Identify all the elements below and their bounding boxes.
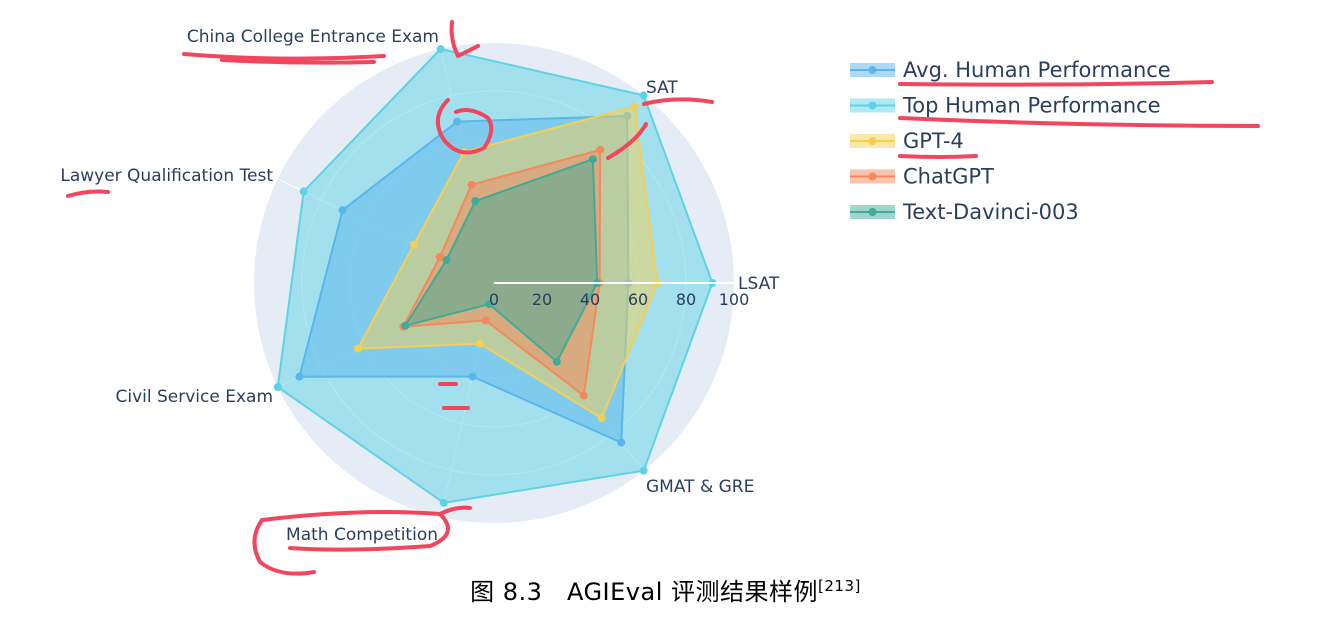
annotation-mark (642, 97, 714, 106)
data-point (338, 206, 347, 215)
category-label: SAT (646, 78, 678, 98)
annotation-mark (898, 80, 1214, 87)
data-point (588, 155, 597, 164)
category-label: GMAT & GRE (646, 477, 754, 497)
category-label: China College Entrance Exam (187, 27, 439, 47)
caption-text: 图 8.3 AGIEval 评测结果样例 (470, 578, 818, 606)
annotation-mark (898, 116, 1260, 128)
category-label: Lawyer Qualification Test (60, 166, 273, 186)
data-point (353, 344, 362, 353)
legend-item[interactable]: Avg. Human Performance (850, 58, 1171, 82)
data-point (617, 438, 626, 447)
category-label: Math Competition (286, 525, 438, 545)
annotation-mark (182, 52, 386, 61)
data-point (273, 383, 282, 392)
radar-chart: 0 20 40 60 80 100 LSAT SAT China College Entran… (0, 0, 1331, 617)
legend-item[interactable]: ChatGPT (850, 165, 994, 189)
radial-tick-label: 0 (489, 290, 499, 309)
data-point (552, 357, 561, 366)
annotation-mark (66, 189, 110, 198)
data-point (471, 197, 480, 206)
data-point (299, 187, 308, 196)
data-point (596, 145, 605, 154)
data-point (295, 372, 304, 381)
legend-label: Avg. Human Performance (903, 58, 1171, 82)
caption-reference: [213] (818, 577, 861, 595)
radar-chart-svg: 0 20 40 60 80 100 LSATSATChina College Entran… (60, 20, 1260, 576)
data-point (597, 414, 606, 423)
legend-item[interactable]: Top Human Performance (850, 94, 1161, 118)
data-point (476, 339, 485, 348)
data-point (401, 321, 410, 330)
category-label: Civil Service Exam (115, 387, 273, 407)
legend-marker (868, 172, 877, 181)
data-point (468, 372, 477, 381)
radial-tick-label: 20 (532, 290, 552, 309)
radial-tick-label: 60 (628, 290, 648, 309)
radial-tick-label: 40 (580, 290, 600, 309)
data-point (439, 498, 448, 507)
legend-item[interactable]: GPT-4 (850, 129, 964, 153)
radial-tick-label: 80 (676, 290, 696, 309)
category-label: LSAT (738, 274, 780, 294)
data-point (453, 117, 462, 126)
legend-marker (868, 137, 877, 145)
data-point (435, 253, 444, 261)
data-point (467, 180, 476, 189)
legend-label: Top Human Performance (902, 94, 1161, 118)
annotation-mark (898, 154, 978, 159)
legend-marker (868, 66, 877, 74)
data-point (442, 256, 451, 265)
data-point (410, 240, 418, 249)
legend-label: Text-Davinci-003 (902, 200, 1079, 224)
legend-label: GPT-4 (903, 129, 964, 153)
data-point (639, 466, 648, 475)
legend-marker (868, 101, 877, 110)
legend-item[interactable]: Text-Davinci-003 (850, 200, 1079, 224)
legend-marker (868, 208, 877, 216)
figure-caption: 图 8.3 AGIEval 评测结果样例[213] (0, 572, 1331, 607)
legend-label: ChatGPT (903, 165, 994, 189)
data-point (481, 316, 490, 325)
data-point (630, 102, 639, 111)
data-point (579, 391, 588, 400)
